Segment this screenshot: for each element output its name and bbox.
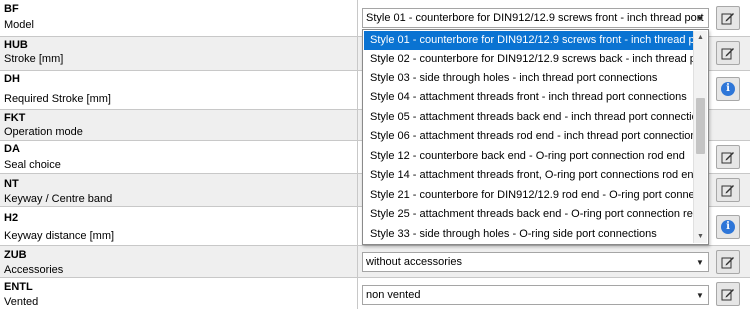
param-description: Operation mode — [4, 126, 83, 138]
edit-button[interactable] — [716, 41, 740, 65]
param-label: HUB Stroke [mm] — [0, 37, 355, 70]
param-code: NT — [4, 178, 19, 190]
param-code: DA — [4, 143, 20, 155]
param-label: NT Keyway / Centre band — [0, 174, 355, 206]
edit-button[interactable] — [716, 145, 740, 169]
dropdown-option[interactable]: Style 04 - attachment threads front - in… — [364, 88, 694, 107]
model-select-value: Style 01 - counterbore for DIN912/12.9 s… — [366, 12, 704, 24]
dropdown-option[interactable]: Style 12 - counterbore back end - O-ring… — [364, 147, 694, 166]
param-description: Keyway / Centre band — [4, 193, 113, 205]
param-row-zub: ZUB Accessories without accessories ▼ — [0, 246, 750, 278]
param-label: ZUB Accessories — [0, 246, 355, 277]
pencil-edit-icon — [721, 185, 734, 197]
param-label: ENTL Vented — [0, 278, 355, 309]
param-code: H2 — [4, 212, 19, 224]
dropdown-option[interactable]: Style 14 - attachment threads front, O-r… — [364, 166, 694, 185]
param-description: Seal choice — [4, 159, 61, 171]
param-description: Model — [4, 19, 34, 31]
param-label: BF Model — [0, 0, 355, 36]
edit-button[interactable] — [716, 178, 740, 202]
chevron-down-icon[interactable]: ▼ — [692, 286, 708, 304]
accessories-select-value: without accessories — [366, 256, 462, 268]
param-description: Accessories — [4, 264, 64, 276]
param-code: FKT — [4, 112, 26, 124]
info-button[interactable]: i — [716, 215, 740, 239]
scroll-up-icon[interactable]: ▲ — [694, 31, 707, 44]
dropdown-option[interactable]: Style 21 - counterbore for DIN912/12.9 r… — [364, 186, 694, 205]
dropdown-scrollbar[interactable]: ▲ ▼ — [693, 31, 707, 243]
param-code: ENTL — [4, 281, 33, 293]
param-code: BF — [4, 3, 19, 15]
edit-button[interactable] — [716, 6, 740, 30]
info-button[interactable]: i — [716, 77, 740, 101]
scroll-thumb[interactable] — [696, 98, 705, 154]
scroll-down-icon[interactable]: ▼ — [694, 230, 707, 243]
pencil-edit-icon — [721, 257, 734, 269]
edit-button[interactable] — [716, 282, 740, 306]
pencil-edit-icon — [721, 13, 734, 25]
dropdown-option[interactable]: Style 06 - attachment threads rod end - … — [364, 127, 694, 146]
edit-button[interactable] — [716, 250, 740, 274]
vented-select-value: non vented — [366, 289, 421, 301]
model-dropdown-list[interactable]: Style 01 - counterbore for DIN912/12.9 s… — [362, 29, 709, 245]
param-code: HUB — [4, 39, 28, 51]
param-description: Vented — [4, 296, 39, 308]
param-description: Required Stroke [mm] — [4, 93, 111, 105]
pencil-edit-icon — [721, 152, 734, 164]
param-label: DA Seal choice — [0, 141, 355, 173]
chevron-down-icon[interactable]: ▼ — [692, 253, 708, 271]
pencil-edit-icon — [721, 289, 734, 301]
vented-select[interactable]: non vented ▼ — [362, 285, 709, 305]
param-label: FKT Operation mode — [0, 110, 355, 140]
param-label: DH Required Stroke [mm] — [0, 71, 355, 109]
param-code: ZUB — [4, 249, 27, 261]
param-label: H2 Keyway distance [mm] — [0, 207, 355, 245]
chevron-down-icon[interactable]: ▼ — [692, 9, 708, 27]
pencil-edit-icon — [721, 48, 734, 60]
param-description: Stroke [mm] — [4, 53, 64, 65]
model-select[interactable]: Style 01 - counterbore for DIN912/12.9 s… — [362, 8, 709, 28]
dropdown-option[interactable]: Style 01 - counterbore for DIN912/12.9 s… — [364, 31, 694, 50]
info-icon: i — [721, 82, 735, 96]
dropdown-option[interactable]: Style 25 - attachment threads back end -… — [364, 205, 694, 224]
param-row-entl: ENTL Vented non vented ▼ — [0, 278, 750, 309]
dropdown-option[interactable]: Style 05 - attachment threads back end -… — [364, 108, 694, 127]
accessories-select[interactable]: without accessories ▼ — [362, 252, 709, 272]
dropdown-option[interactable]: Style 02 - counterbore for DIN912/12.9 s… — [364, 50, 694, 69]
dropdown-option[interactable]: Style 03 - side through holes - inch thr… — [364, 69, 694, 88]
param-code: DH — [4, 73, 20, 85]
info-icon: i — [721, 220, 735, 234]
param-description: Keyway distance [mm] — [4, 230, 115, 242]
dropdown-option[interactable]: Style 33 - side through holes - O-ring s… — [364, 225, 694, 244]
